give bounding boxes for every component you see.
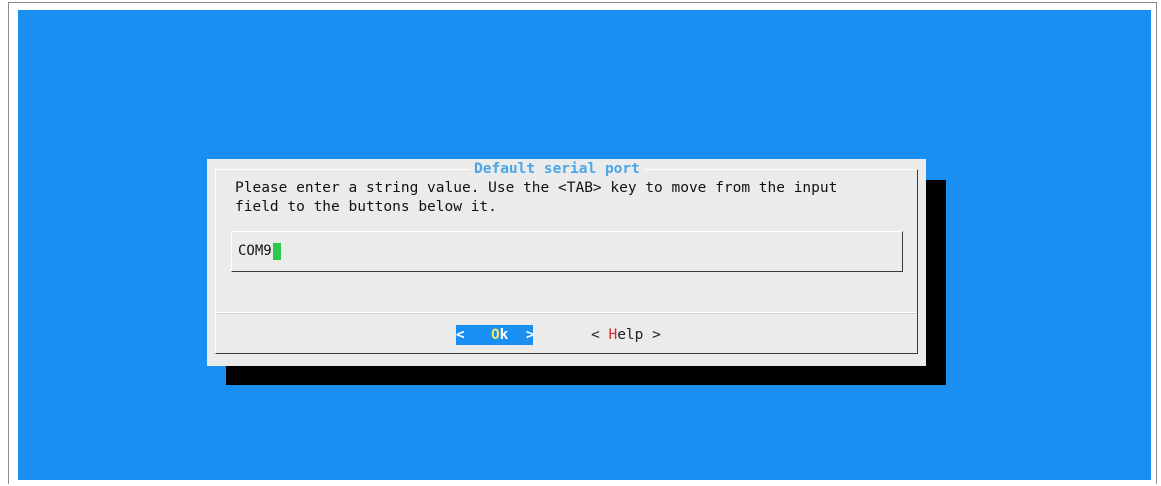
help-button[interactable]: < Help > [591, 325, 661, 345]
prompt-line-2: field to the buttons below it. [235, 199, 497, 215]
ok-button-right-bracket: > [517, 327, 535, 343]
prompt-line-1: Please enter a string value. Use the <TA… [235, 180, 838, 196]
ok-button-left-bracket: < [456, 327, 474, 343]
help-button-left-bracket: < [591, 327, 609, 343]
help-button-right-bracket: > [643, 327, 661, 343]
dialog-prompt: Please enter a string value. Use the <TA… [235, 179, 915, 217]
help-button-label-rest: elp [617, 327, 644, 343]
button-separator [216, 312, 917, 314]
serial-port-input[interactable]: COM9 [238, 242, 281, 260]
dialog-title: Default serial port [470, 159, 644, 179]
input-dialog: Default serial port Please enter a strin… [207, 159, 926, 366]
input-value: COM9 [238, 243, 272, 259]
ok-button[interactable]: < Ok > [456, 325, 535, 345]
help-button-hotkey: H [608, 327, 618, 343]
ok-button-hotkey: O [490, 327, 500, 343]
text-cursor [272, 242, 281, 260]
input-frame: COM9 [231, 231, 903, 272]
ok-button-label-rest: k [499, 327, 509, 343]
